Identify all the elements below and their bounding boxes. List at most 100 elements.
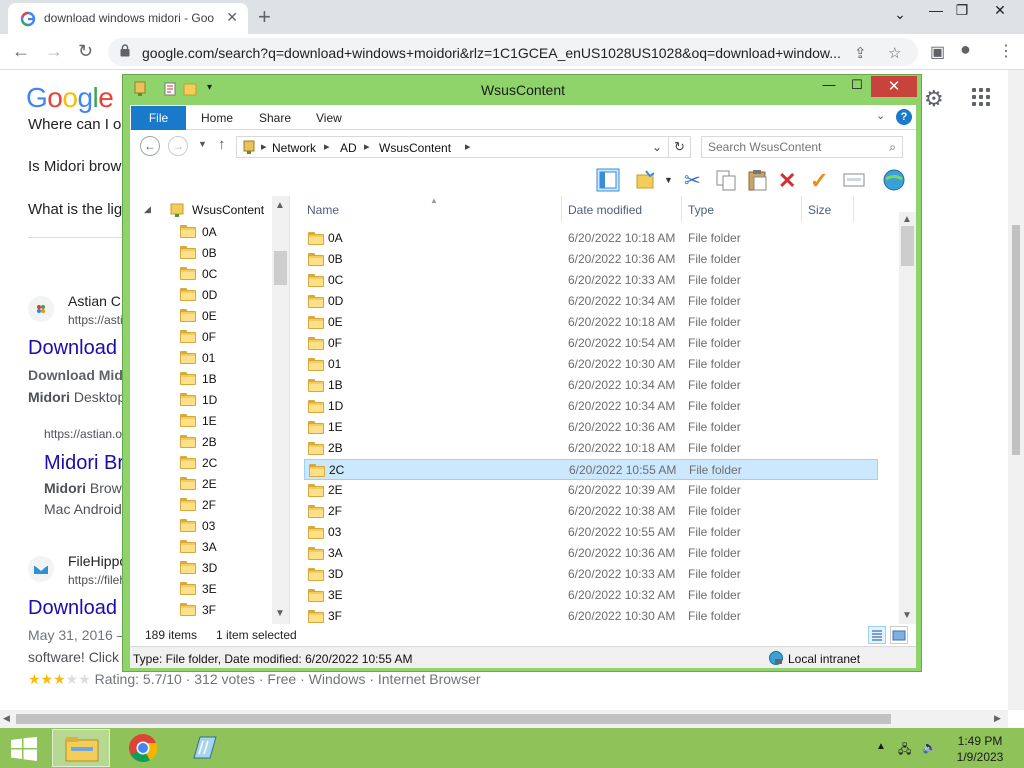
new-tab-icon[interactable]: +	[258, 4, 271, 30]
column-header-type[interactable]: Type	[682, 196, 802, 222]
file-row[interactable]: 03 6/20/2022 10:55 AM File folder	[304, 522, 878, 543]
file-row[interactable]: 0C 6/20/2022 10:33 AM File folder	[304, 270, 878, 291]
back-arrow-icon[interactable]: ←	[140, 136, 160, 156]
tree-item-folder[interactable]: 0C	[130, 264, 270, 284]
tree-item-folder[interactable]: 0E	[130, 306, 270, 326]
result-title-link[interactable]: Download	[28, 597, 117, 620]
tree-item-folder[interactable]: 01	[130, 348, 270, 368]
navigation-pane[interactable]: ◢ WsusContent 0A 0B 0C 0D 0E 0F 01 1B 1D 1E 2B 2C 2E 2F…	[130, 196, 290, 624]
tree-item-folder[interactable]: 0D	[130, 285, 270, 305]
tree-item-folder[interactable]: 1E	[130, 411, 270, 431]
collapse-icon[interactable]: ◢	[144, 204, 151, 215]
file-row[interactable]: 0F 6/20/2022 10:54 AM File folder	[304, 333, 878, 354]
tab-file[interactable]: File	[131, 106, 186, 130]
file-row[interactable]: 3E 6/20/2022 10:32 AM File folder	[304, 585, 878, 606]
file-row[interactable]: 0A 6/20/2022 10:18 AM File folder	[304, 228, 878, 249]
copy-icon[interactable]	[714, 168, 738, 192]
google-apps-icon[interactable]	[972, 88, 990, 106]
system-clock[interactable]: 1:49 PM 1/9/2023	[950, 733, 1010, 765]
search-icon[interactable]: ⌕	[889, 140, 896, 155]
tree-item-folder[interactable]: 2C	[130, 453, 270, 473]
scroll-thumb[interactable]	[16, 714, 891, 724]
file-row[interactable]: 0E 6/20/2022 10:18 AM File folder	[304, 312, 878, 333]
back-arrow-icon[interactable]: ←	[12, 41, 30, 62]
breadcrumb-separator-icon[interactable]: ▸	[261, 140, 267, 153]
close-window-icon[interactable]: ✕	[871, 76, 917, 97]
tree-item-folder[interactable]: 0F	[130, 327, 270, 347]
rename-check-icon[interactable]: ✓	[810, 168, 834, 193]
tab-home[interactable]: Home	[201, 111, 233, 125]
file-row[interactable]: 1E 6/20/2022 10:36 AM File folder	[304, 417, 878, 438]
tree-item-folder[interactable]: 3D	[130, 558, 270, 578]
volume-icon[interactable]: 🔈	[922, 740, 937, 754]
file-list-pane[interactable]: ▲ Name Date modified Type Size 0A 6/20/20…	[290, 196, 916, 624]
file-row[interactable]: 1B 6/20/2022 10:34 AM File folder	[304, 375, 878, 396]
tab-view[interactable]: View	[316, 111, 342, 125]
tree-item-folder[interactable]: 0A	[130, 222, 270, 242]
file-row[interactable]: 1D 6/20/2022 10:34 AM File folder	[304, 396, 878, 417]
file-row[interactable]: 2C 6/20/2022 10:55 AM File folder	[304, 459, 878, 480]
dropdown-arrow-icon[interactable]: ▼	[664, 175, 673, 185]
help-icon[interactable]: ?	[896, 109, 912, 125]
column-header-date[interactable]: Date modified	[562, 196, 682, 222]
tab-share[interactable]: Share	[259, 111, 291, 125]
windows-start-icon[interactable]	[10, 737, 38, 761]
breadcrumb-separator-icon[interactable]: ▸	[324, 140, 330, 153]
tree-item-folder[interactable]: 0B	[130, 243, 270, 263]
folder-options-icon[interactable]	[634, 168, 658, 192]
file-row[interactable]: 0D 6/20/2022 10:34 AM File folder	[304, 291, 878, 312]
restore-icon[interactable]: ❐	[944, 2, 980, 19]
taskbar-chrome[interactable]	[114, 729, 172, 767]
forward-arrow-icon[interactable]: →	[45, 41, 63, 62]
tree-item-folder[interactable]: 2E	[130, 474, 270, 494]
file-row[interactable]: 01 6/20/2022 10:30 AM File folder	[304, 354, 878, 375]
address-bar[interactable]: ▸ Network ▸ AD ▸ WsusContent ▸ ⌄	[236, 136, 669, 158]
taskbar-file-explorer[interactable]	[52, 729, 110, 767]
profile-avatar-icon[interactable]: ●	[960, 39, 971, 60]
address-bar[interactable]: google.com/search?q=download+windows+moi…	[108, 38, 918, 66]
page-horizontal-scrollbar[interactable]: ◀ ▶	[0, 710, 1008, 728]
browser-tab[interactable]: download windows midori - Goo ✕	[8, 3, 248, 34]
file-row[interactable]: 2F 6/20/2022 10:38 AM File folder	[304, 501, 878, 522]
settings-gear-icon[interactable]: ⚙	[924, 86, 944, 112]
page-vertical-scrollbar[interactable]	[1008, 70, 1024, 710]
tree-item-folder[interactable]: 1D	[130, 390, 270, 410]
tree-item-folder[interactable]: 2F	[130, 495, 270, 515]
chrome-menu-icon[interactable]: ⋮	[998, 41, 1014, 61]
tree-item-folder[interactable]: 3E	[130, 579, 270, 599]
scroll-right-icon[interactable]: ▶	[994, 713, 1001, 724]
properties-icon[interactable]	[842, 168, 866, 192]
scroll-up-icon[interactable]: ▲	[275, 200, 285, 211]
explorer-title-bar[interactable]: ▾ WsusContent — ☐ ✕	[123, 75, 923, 105]
expand-ribbon-icon[interactable]: ⌄	[876, 109, 885, 122]
share-icon[interactable]: ⇪	[854, 44, 867, 62]
breadcrumb-ad[interactable]: AD	[340, 141, 357, 155]
scroll-left-icon[interactable]: ◀	[3, 713, 10, 724]
details-view-icon[interactable]	[868, 626, 886, 644]
breadcrumb-separator-icon[interactable]: ▸	[364, 140, 370, 153]
file-row[interactable]: 3D 6/20/2022 10:33 AM File folder	[304, 564, 878, 585]
large-icons-view-icon[interactable]	[890, 626, 908, 644]
search-box[interactable]: ⌕	[701, 136, 903, 158]
close-tab-icon[interactable]: ✕	[226, 9, 238, 26]
paste-icon[interactable]	[746, 168, 770, 192]
tree-item-folder[interactable]: 2B	[130, 432, 270, 452]
result-title-link[interactable]: Download	[28, 337, 117, 360]
bookmark-star-icon[interactable]: ☆	[888, 44, 901, 62]
reload-icon[interactable]: ↻	[78, 41, 93, 62]
file-row[interactable]: 0B 6/20/2022 10:36 AM File folder	[304, 249, 878, 270]
address-history-icon[interactable]: ⌄	[652, 140, 662, 154]
file-row[interactable]: 2E 6/20/2022 10:39 AM File folder	[304, 480, 878, 501]
close-window-icon[interactable]: ✕	[982, 2, 1018, 19]
minimize-icon[interactable]: —	[815, 77, 843, 97]
delete-icon[interactable]: ✕	[778, 168, 802, 193]
scroll-up-icon[interactable]: ▲	[902, 214, 912, 225]
tree-item-root[interactable]: ◢ WsusContent	[130, 200, 270, 220]
google-logo[interactable]: Google	[26, 82, 114, 114]
file-row[interactable]: 2B 6/20/2022 10:18 AM File folder	[304, 438, 878, 459]
refresh-icon[interactable]: ↻	[669, 136, 691, 158]
show-hidden-icons-icon[interactable]: ▲	[876, 741, 886, 752]
people-also-ask-question[interactable]: Where can I o	[28, 116, 121, 133]
scroll-thumb[interactable]	[1012, 225, 1020, 455]
breadcrumb-separator-icon[interactable]: ▸	[465, 140, 471, 153]
